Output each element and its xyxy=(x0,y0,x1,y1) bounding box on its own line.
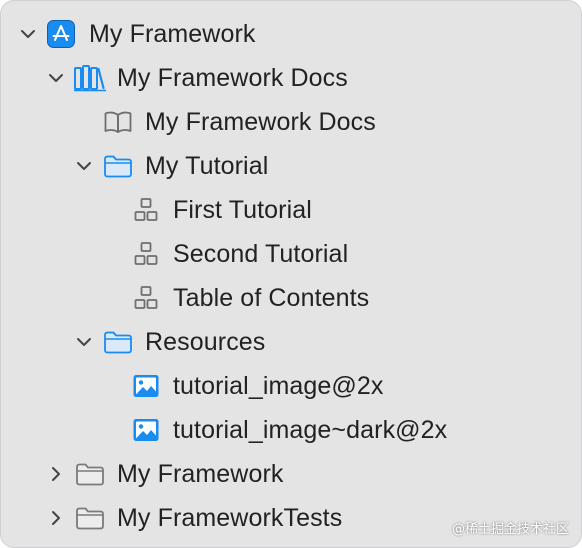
documentation-catalog-icon xyxy=(73,64,107,92)
navigator-row-tutorial-image[interactable]: tutorial_image@2x xyxy=(1,364,581,408)
watermark: @稀土掘金技术社区 xyxy=(451,522,569,537)
folder-icon xyxy=(103,152,133,180)
folder-icon xyxy=(75,460,105,488)
folder-icon xyxy=(75,504,105,532)
navigator-row-label: My Framework xyxy=(89,20,256,48)
tutorial-shapes-icon xyxy=(131,284,161,312)
navigator-row-tutorial-image-dark[interactable]: tutorial_image~dark@2x xyxy=(1,408,581,452)
chevron-right-icon[interactable] xyxy=(47,465,65,483)
chevron-down-icon[interactable] xyxy=(75,157,93,175)
chevron-down-icon[interactable] xyxy=(75,333,93,351)
book-icon xyxy=(103,108,133,136)
chevron-right-icon[interactable] xyxy=(47,509,65,527)
navigator-row-second-tutorial[interactable]: Second Tutorial xyxy=(1,232,581,276)
navigator-row-label: tutorial_image@2x xyxy=(173,372,384,400)
navigator-row-my-framework[interactable]: My Framework xyxy=(1,12,581,56)
navigator-row-my-tutorial[interactable]: My Tutorial xyxy=(1,144,581,188)
navigator-row-label: tutorial_image~dark@2x xyxy=(173,416,448,444)
navigator-row-label: First Tutorial xyxy=(173,196,312,224)
project-navigator: My Framework My Framework Docs My Framew… xyxy=(0,0,582,548)
image-icon xyxy=(131,372,161,400)
app-store-icon xyxy=(46,20,76,48)
navigator-row-my-framework-folder[interactable]: My Framework xyxy=(1,452,581,496)
navigator-row-table-of-contents[interactable]: Table of Contents xyxy=(1,276,581,320)
navigator-row-label: My FrameworkTests xyxy=(117,504,343,532)
navigator-row-label: Second Tutorial xyxy=(173,240,349,268)
navigator-row-first-tutorial[interactable]: First Tutorial xyxy=(1,188,581,232)
tutorial-shapes-icon xyxy=(131,240,161,268)
navigator-row-label: My Framework Docs xyxy=(117,64,348,92)
navigator-row-label: My Tutorial xyxy=(145,152,269,180)
folder-icon xyxy=(103,328,133,356)
navigator-row-docs-catalog[interactable]: My Framework Docs xyxy=(1,56,581,100)
image-icon xyxy=(131,416,161,444)
chevron-down-icon[interactable] xyxy=(47,69,65,87)
chevron-down-icon[interactable] xyxy=(19,25,37,43)
navigator-row-resources[interactable]: Resources xyxy=(1,320,581,364)
navigator-row-label: Table of Contents xyxy=(173,284,370,312)
navigator-row-label: My Framework Docs xyxy=(145,108,376,136)
tutorial-shapes-icon xyxy=(131,196,161,224)
navigator-row-docs-article[interactable]: My Framework Docs xyxy=(1,100,581,144)
navigator-row-label: Resources xyxy=(145,328,266,356)
navigator-row-label: My Framework xyxy=(117,460,284,488)
